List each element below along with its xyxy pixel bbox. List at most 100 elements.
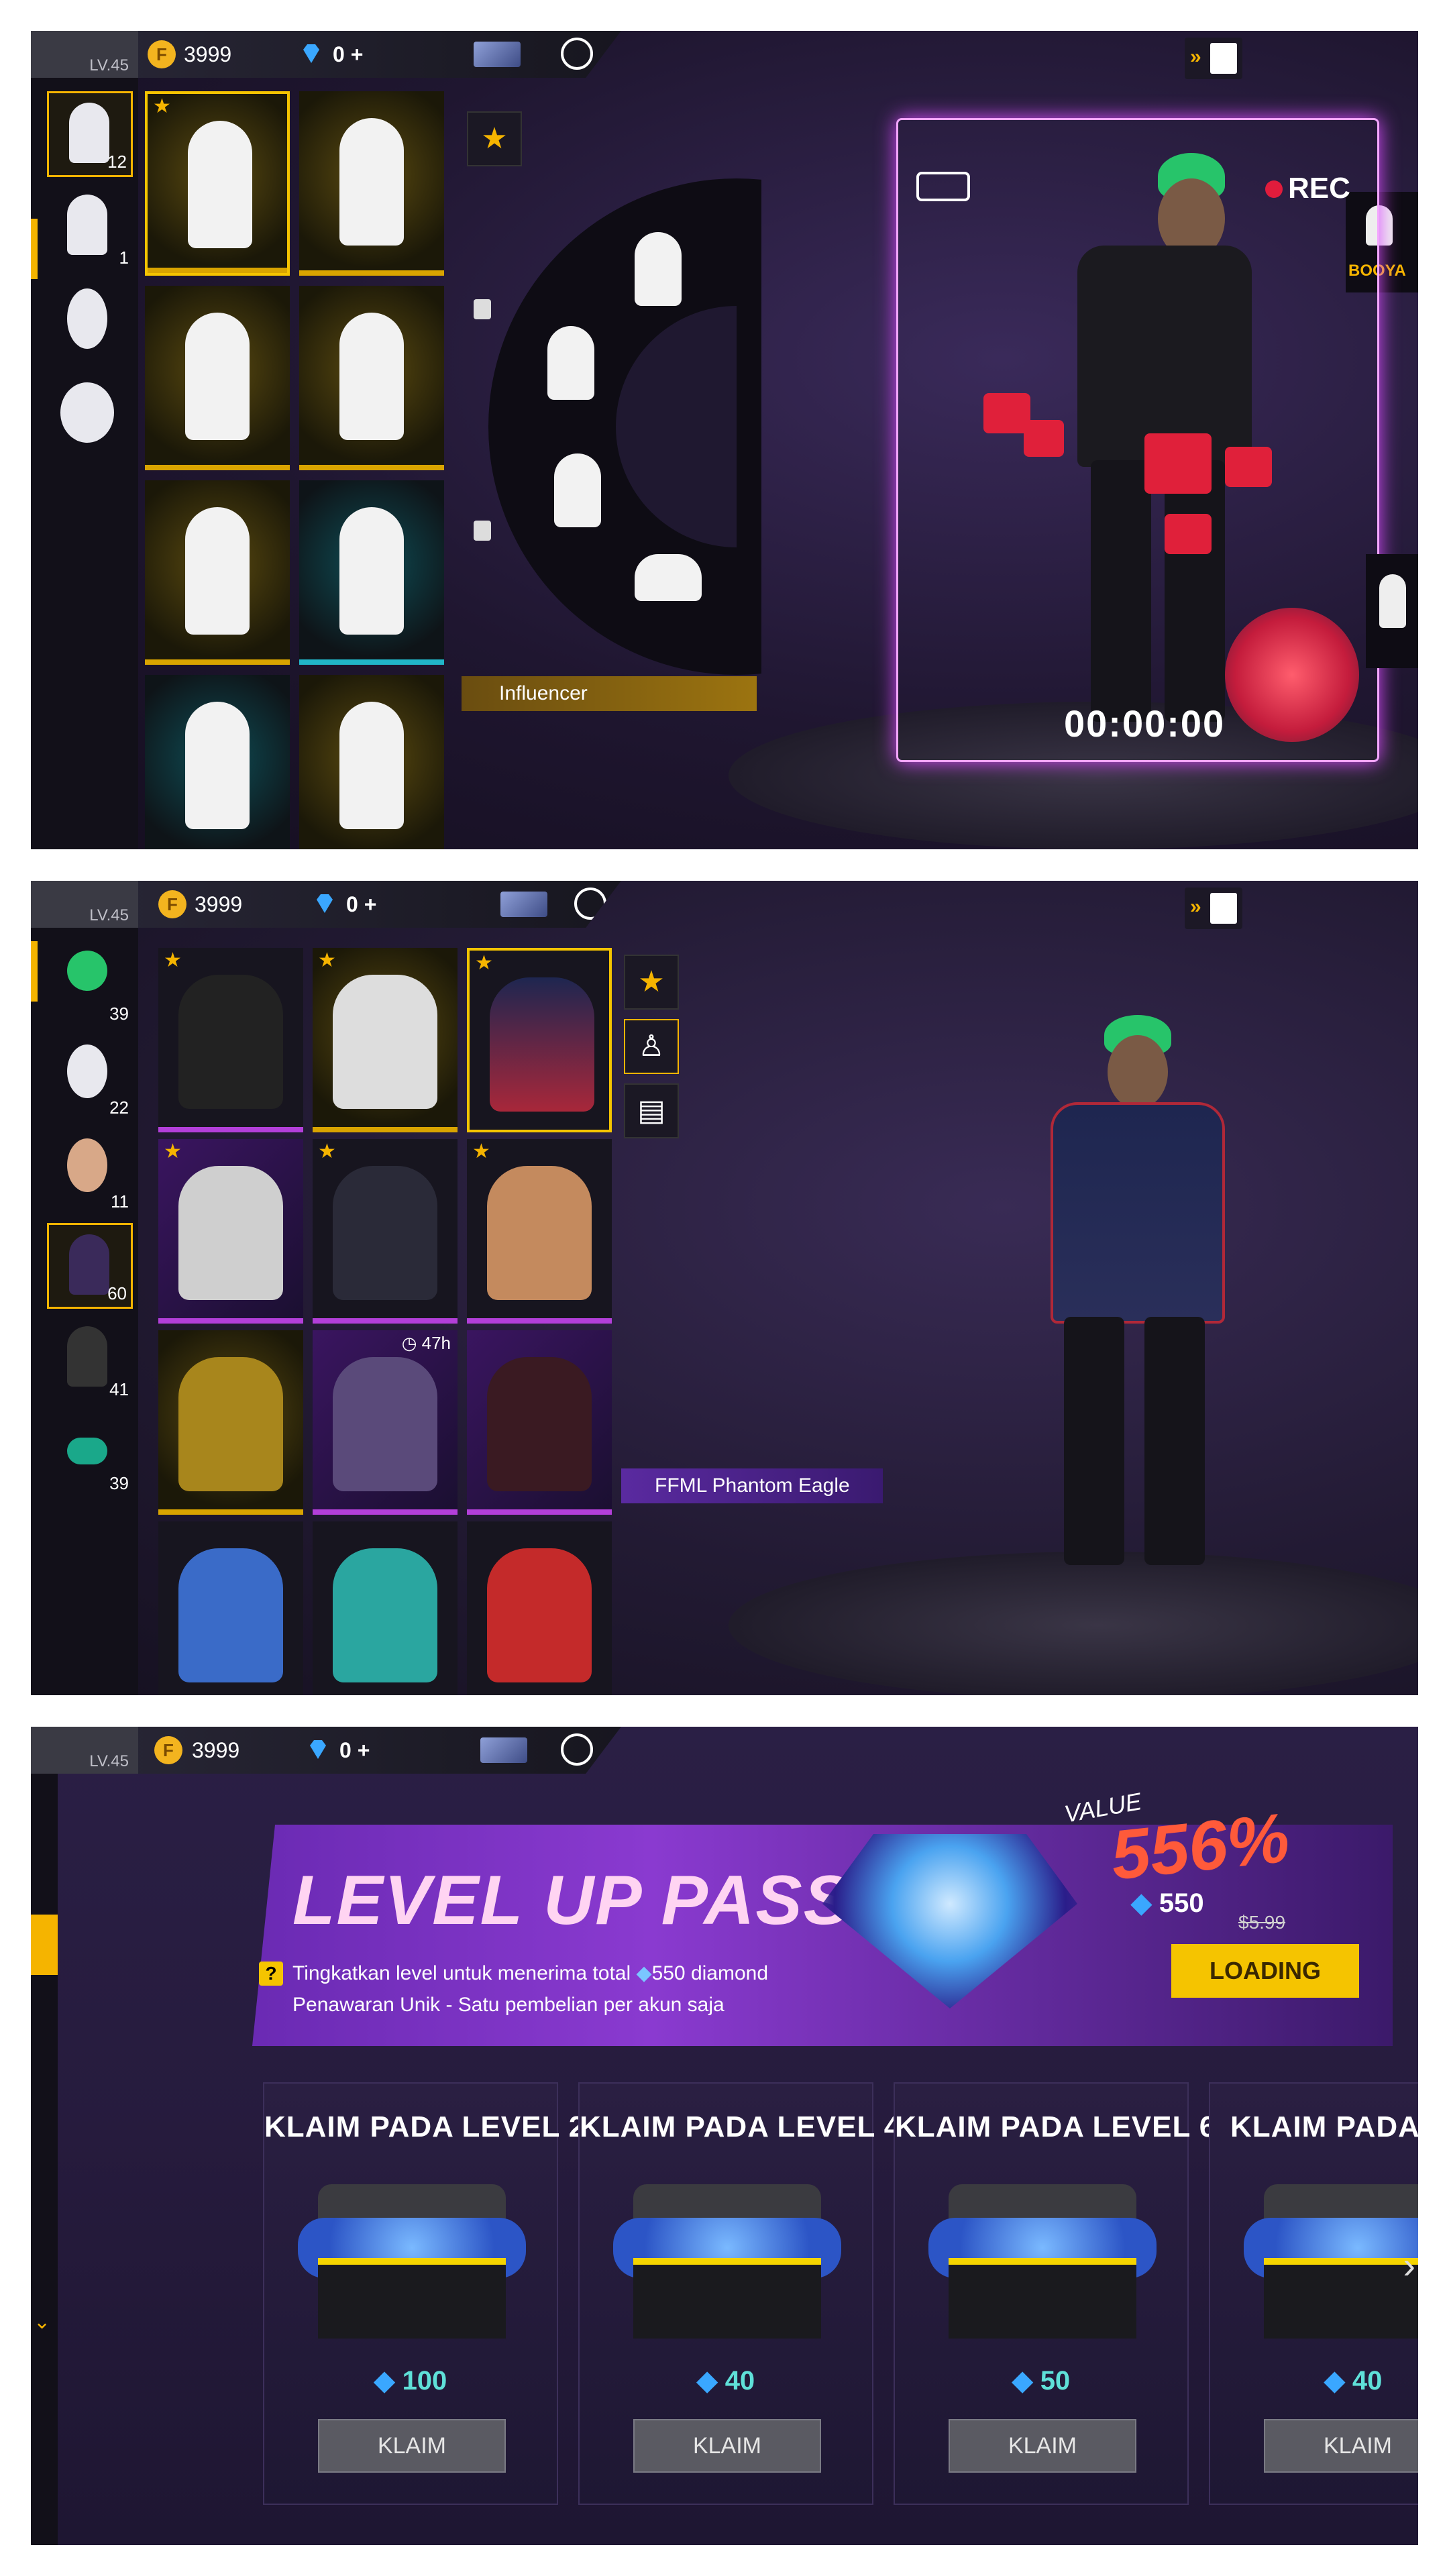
wheel-slot-emote[interactable] <box>547 326 594 400</box>
mannequin-view-button[interactable]: ♙ <box>624 1019 679 1074</box>
outfit-tile[interactable]: ★ <box>313 1139 458 1324</box>
diamond-chest-image <box>922 2184 1163 2339</box>
outfit-tile[interactable] <box>467 1330 612 1515</box>
emote-tile[interactable] <box>299 91 444 276</box>
banner-offer-note: Penawaran Unik - Satu pembelian per akun… <box>292 1994 724 2016</box>
purchase-button[interactable]: LOADING <box>1171 1944 1359 1998</box>
time-limit-badge: ◷ 47h <box>401 1333 451 1353</box>
diamond-icon <box>310 1740 326 1759</box>
settings-icon[interactable] <box>561 1733 593 1766</box>
wheel-slot-emote[interactable] <box>635 554 702 601</box>
reward-card: KLAIM PADA LEVEL 4 ◆ 40 KLAIM <box>578 2082 900 2505</box>
category-emote-skate[interactable]: 1 <box>47 185 133 271</box>
outfit-tile[interactable] <box>313 1521 458 1695</box>
emote-tile[interactable] <box>299 480 444 665</box>
dance-pose-icon <box>69 103 109 163</box>
price-diamonds: ◆ 550 <box>1131 1888 1204 1918</box>
winged-emblem-icon <box>60 382 114 443</box>
emote-tile[interactable] <box>299 675 444 849</box>
category-shoes[interactable]: 39 <box>47 1411 133 1497</box>
diamond-count[interactable]: 0 + <box>346 890 376 918</box>
category-emote-wings[interactable] <box>47 373 133 459</box>
category-bottom[interactable]: 41 <box>47 1317 133 1403</box>
diamond-count[interactable]: 0 + <box>339 1736 370 1764</box>
membership-card-icon[interactable] <box>480 1737 527 1763</box>
favorites-filter-button[interactable]: ★ <box>467 111 522 166</box>
jacket-item <box>178 1166 283 1300</box>
claim-button[interactable]: KLAIM <box>318 2419 506 2473</box>
heart-reaction-icon <box>1024 420 1064 457</box>
coin-count: 3999 <box>184 42 232 66</box>
banner-title: LEVEL UP PASS <box>292 1862 852 1939</box>
character-leg <box>1165 460 1225 722</box>
emote-tile[interactable] <box>145 286 290 470</box>
emote-tile[interactable] <box>299 286 444 470</box>
reward-amount: ◆ 40 <box>696 2366 755 2396</box>
diamond-chest-image <box>291 2184 533 2339</box>
emote-tile[interactable] <box>145 480 290 665</box>
favorites-filter-button[interactable]: ★ <box>624 955 679 1010</box>
outfit-tile[interactable]: ◷ 47h <box>313 1330 458 1515</box>
coin-count: 3999 <box>192 1738 240 1762</box>
outfit-tile[interactable] <box>467 1521 612 1695</box>
claim-button[interactable]: KLAIM <box>949 2419 1136 2473</box>
settings-icon[interactable] <box>574 888 606 920</box>
outfit-tile[interactable] <box>158 1521 303 1695</box>
expand-view-button[interactable]: » <box>1185 888 1242 929</box>
category-indicator <box>31 219 38 279</box>
wheel-slot-emote[interactable] <box>554 453 601 527</box>
banner-description: Tingkatkan level untuk menerima total ◆5… <box>292 1962 769 1984</box>
reward-amount: ◆ 40 <box>1324 2366 1383 2396</box>
top-resource-bar: LV.45 F 3999 0 + <box>31 1727 621 1774</box>
like-heart-button[interactable] <box>1225 608 1359 742</box>
level-badge: LV.45 <box>31 881 138 928</box>
category-indicator <box>31 1915 58 1975</box>
diamond-chest-image <box>606 2184 848 2339</box>
category-hair[interactable]: 39 <box>47 941 133 1027</box>
category-top[interactable]: 60 <box>47 1223 133 1309</box>
help-icon[interactable]: ? <box>259 1962 283 1986</box>
level-badge: LV.45 <box>31 1727 138 1774</box>
membership-card-icon[interactable] <box>474 42 521 67</box>
emote-screen: LV.45 F 3999 0 + » 12 1 ★ ★ Influencer B… <box>31 31 1418 849</box>
circular-badge-icon <box>67 288 107 349</box>
chevron-down-icon[interactable]: ⌄ <box>34 2310 50 2334</box>
wheel-slot-emote[interactable] <box>635 232 682 306</box>
membership-card-icon[interactable] <box>500 892 547 917</box>
claim-button[interactable]: KLAIM <box>1264 2419 1418 2473</box>
character-card-icon <box>1210 893 1237 924</box>
outfit-screen: LV.45 F 3999 0 + » 39 22 11 60 41 39 ★ ★… <box>31 881 1418 1695</box>
category-sidebar: 12 1 <box>31 78 138 849</box>
outfit-tile[interactable]: ★ <box>467 1139 612 1324</box>
character-card-icon <box>1210 43 1237 74</box>
skate-pose-icon <box>67 195 107 255</box>
category-emote-badge[interactable] <box>47 279 133 365</box>
outfit-tile[interactable]: ★ <box>467 948 612 1132</box>
diamond-count[interactable]: 0 + <box>333 40 363 68</box>
outfit-tile[interactable]: ★ <box>158 1139 303 1324</box>
jacket-item <box>333 975 437 1109</box>
category-face[interactable]: 11 <box>47 1129 133 1215</box>
emote-tile[interactable] <box>145 675 290 849</box>
mannequin-icon: ♙ <box>638 1030 665 1063</box>
settings-icon[interactable] <box>561 38 593 70</box>
jacket-item <box>487 1357 592 1491</box>
emote-figure <box>339 507 404 635</box>
gold-coin-icon: F <box>148 40 176 68</box>
outfit-tile[interactable] <box>158 1330 303 1515</box>
hair-icon <box>67 951 107 991</box>
chevron-right-icon[interactable]: › <box>1403 2243 1415 2287</box>
outfit-tile[interactable]: ★ <box>158 948 303 1132</box>
category-mask[interactable]: 22 <box>47 1035 133 1121</box>
heart-reaction-icon <box>1165 514 1212 554</box>
category-emote-single[interactable]: 12 <box>47 91 133 177</box>
gallery-view-button[interactable]: ▤ <box>624 1083 679 1138</box>
claim-button[interactable]: KLAIM <box>633 2419 821 2473</box>
expand-view-button[interactable]: » <box>1185 38 1242 79</box>
emote-tile[interactable]: ★ <box>145 91 290 276</box>
outfit-tile[interactable]: ★ <box>313 948 458 1132</box>
character-leg <box>1064 1317 1124 1565</box>
wheel-slot-emote[interactable] <box>1366 554 1418 668</box>
mask-icon <box>67 1044 107 1098</box>
star-icon: ★ <box>481 122 508 155</box>
